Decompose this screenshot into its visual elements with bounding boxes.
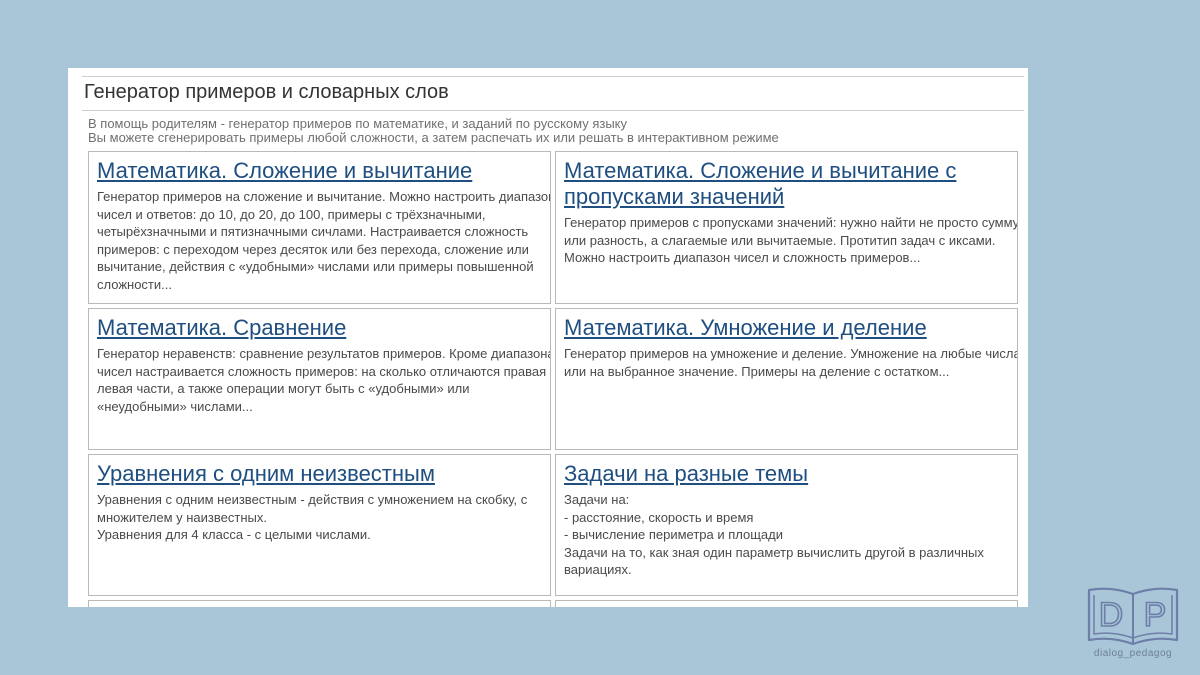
card-title-link[interactable]: Математика. Умножение и деление xyxy=(564,315,1009,341)
card-desc-line: Генератор примеров с пропусками значений… xyxy=(564,215,1018,230)
card-next-row-left[interactable] xyxy=(88,600,551,607)
card-description: Генератор неравенств: сравнение результа… xyxy=(97,345,551,415)
card-desc-line: Уравнения для 4 класса - с целыми числам… xyxy=(97,527,371,543)
browser-page: Генератор примеров и словарных слов В по… xyxy=(68,68,1028,607)
card-title-line: Математика. Сложение и вычитание с xyxy=(564,158,957,183)
card-desc-line: Задачи на то, как зная один параметр выч… xyxy=(564,544,984,560)
card-description: Уравнения с одним неизвестным - действия… xyxy=(97,491,542,544)
card-desc-line: Генератор примеров на сложение и вычитан… xyxy=(97,189,551,204)
card-multiplication-division[interactable]: Математика. Умножение и деление Генерато… xyxy=(555,308,1018,450)
top-divider xyxy=(82,76,1024,77)
card-desc-line: левая части, а также операции могут быть… xyxy=(97,381,470,397)
card-description: Задачи на: - расстояние, скорость и врем… xyxy=(564,491,1009,579)
card-title-line: пропусками значений xyxy=(564,184,785,209)
card-title-line: Уравнения с одним неизвестным xyxy=(97,461,435,486)
card-desc-line: Генератор примеров на умножение и делени… xyxy=(564,346,1018,361)
card-title-line: Математика. Умножение и деление xyxy=(564,315,927,340)
card-word-problems[interactable]: Задачи на разные темы Задачи на: - расст… xyxy=(555,454,1018,596)
card-desc-line: вариациях. xyxy=(564,562,632,578)
card-desc-line: или разность, а слагаемые или вычитаемые… xyxy=(564,232,996,248)
card-desc-line: вычитание, действия с «удобными» числами… xyxy=(97,259,534,275)
card-next-row-right[interactable] xyxy=(555,600,1018,607)
card-desc-line: множителем у наизвестных. xyxy=(97,509,267,525)
card-title-link[interactable]: Математика. Сложение и вычитание xyxy=(97,158,542,184)
card-desc-line: сложности... xyxy=(97,276,172,292)
intro-text: В помощь родителям - генератор примеров … xyxy=(88,117,779,145)
card-missing-values[interactable]: Математика. Сложение и вычитание с пропу… xyxy=(555,151,1018,304)
logo-letter: P xyxy=(1144,596,1167,634)
card-title-link[interactable]: Уравнения с одним неизвестным xyxy=(97,461,542,487)
intro-line: В помощь родителям - генератор примеров … xyxy=(88,116,628,131)
page-title: Генератор примеров и словарных слов xyxy=(84,81,449,103)
card-comparison[interactable]: Математика. Сравнение Генератор неравенс… xyxy=(88,308,551,450)
logo-caption: dialog_pedagog xyxy=(1093,648,1173,659)
card-title-line: Задачи на разные темы xyxy=(564,461,809,486)
card-title-link[interactable]: Задачи на разные темы xyxy=(564,461,1009,487)
card-description: Генератор примеров на умножение и делени… xyxy=(564,345,1018,380)
card-description: Генератор примеров с пропусками значений… xyxy=(564,214,1018,267)
card-desc-line: - расстояние, скорость и время xyxy=(564,509,754,525)
title-divider xyxy=(82,110,1024,111)
card-title-line: Математика. Сравнение xyxy=(97,315,347,340)
card-desc-line: или на выбранное значение. Примеры на де… xyxy=(564,363,950,379)
logo-letter: D xyxy=(1099,596,1124,634)
card-desc-line: Можно настроить диапазон чисел и сложнос… xyxy=(564,250,921,266)
card-equations[interactable]: Уравнения с одним неизвестным Уравнения … xyxy=(88,454,551,596)
card-title-link[interactable]: Математика. Сравнение xyxy=(97,315,542,341)
card-desc-line: «неудобными» числами... xyxy=(97,398,253,414)
card-description: Генератор примеров на сложение и вычитан… xyxy=(97,188,551,294)
card-desc-line: Задачи на: xyxy=(564,492,630,507)
card-desc-line: четырёхзначными и пятизначными сичлами. … xyxy=(97,224,529,240)
card-desc-line: - вычисление периметра и площади xyxy=(564,527,783,543)
card-desc-line: Уравнения с одним неизвестным - действия… xyxy=(97,492,528,507)
card-desc-line: чисел и ответов: до 10, до 20, до 100, п… xyxy=(97,206,486,222)
intro-line: Вы можете сгенерировать примеры любой сл… xyxy=(88,130,779,145)
card-addition-subtraction[interactable]: Математика. Сложение и вычитание Генерат… xyxy=(88,151,551,304)
card-desc-line: чисел настраивается сложность примеров: … xyxy=(97,363,551,379)
card-title-line: Математика. Сложение и вычитание xyxy=(97,158,473,183)
card-title-link[interactable]: Математика. Сложение и вычитание с пропу… xyxy=(564,158,1009,210)
card-desc-line: Генератор неравенств: сравнение результа… xyxy=(97,346,551,361)
card-desc-line: примеров: с переходом через десяток или … xyxy=(97,241,529,257)
